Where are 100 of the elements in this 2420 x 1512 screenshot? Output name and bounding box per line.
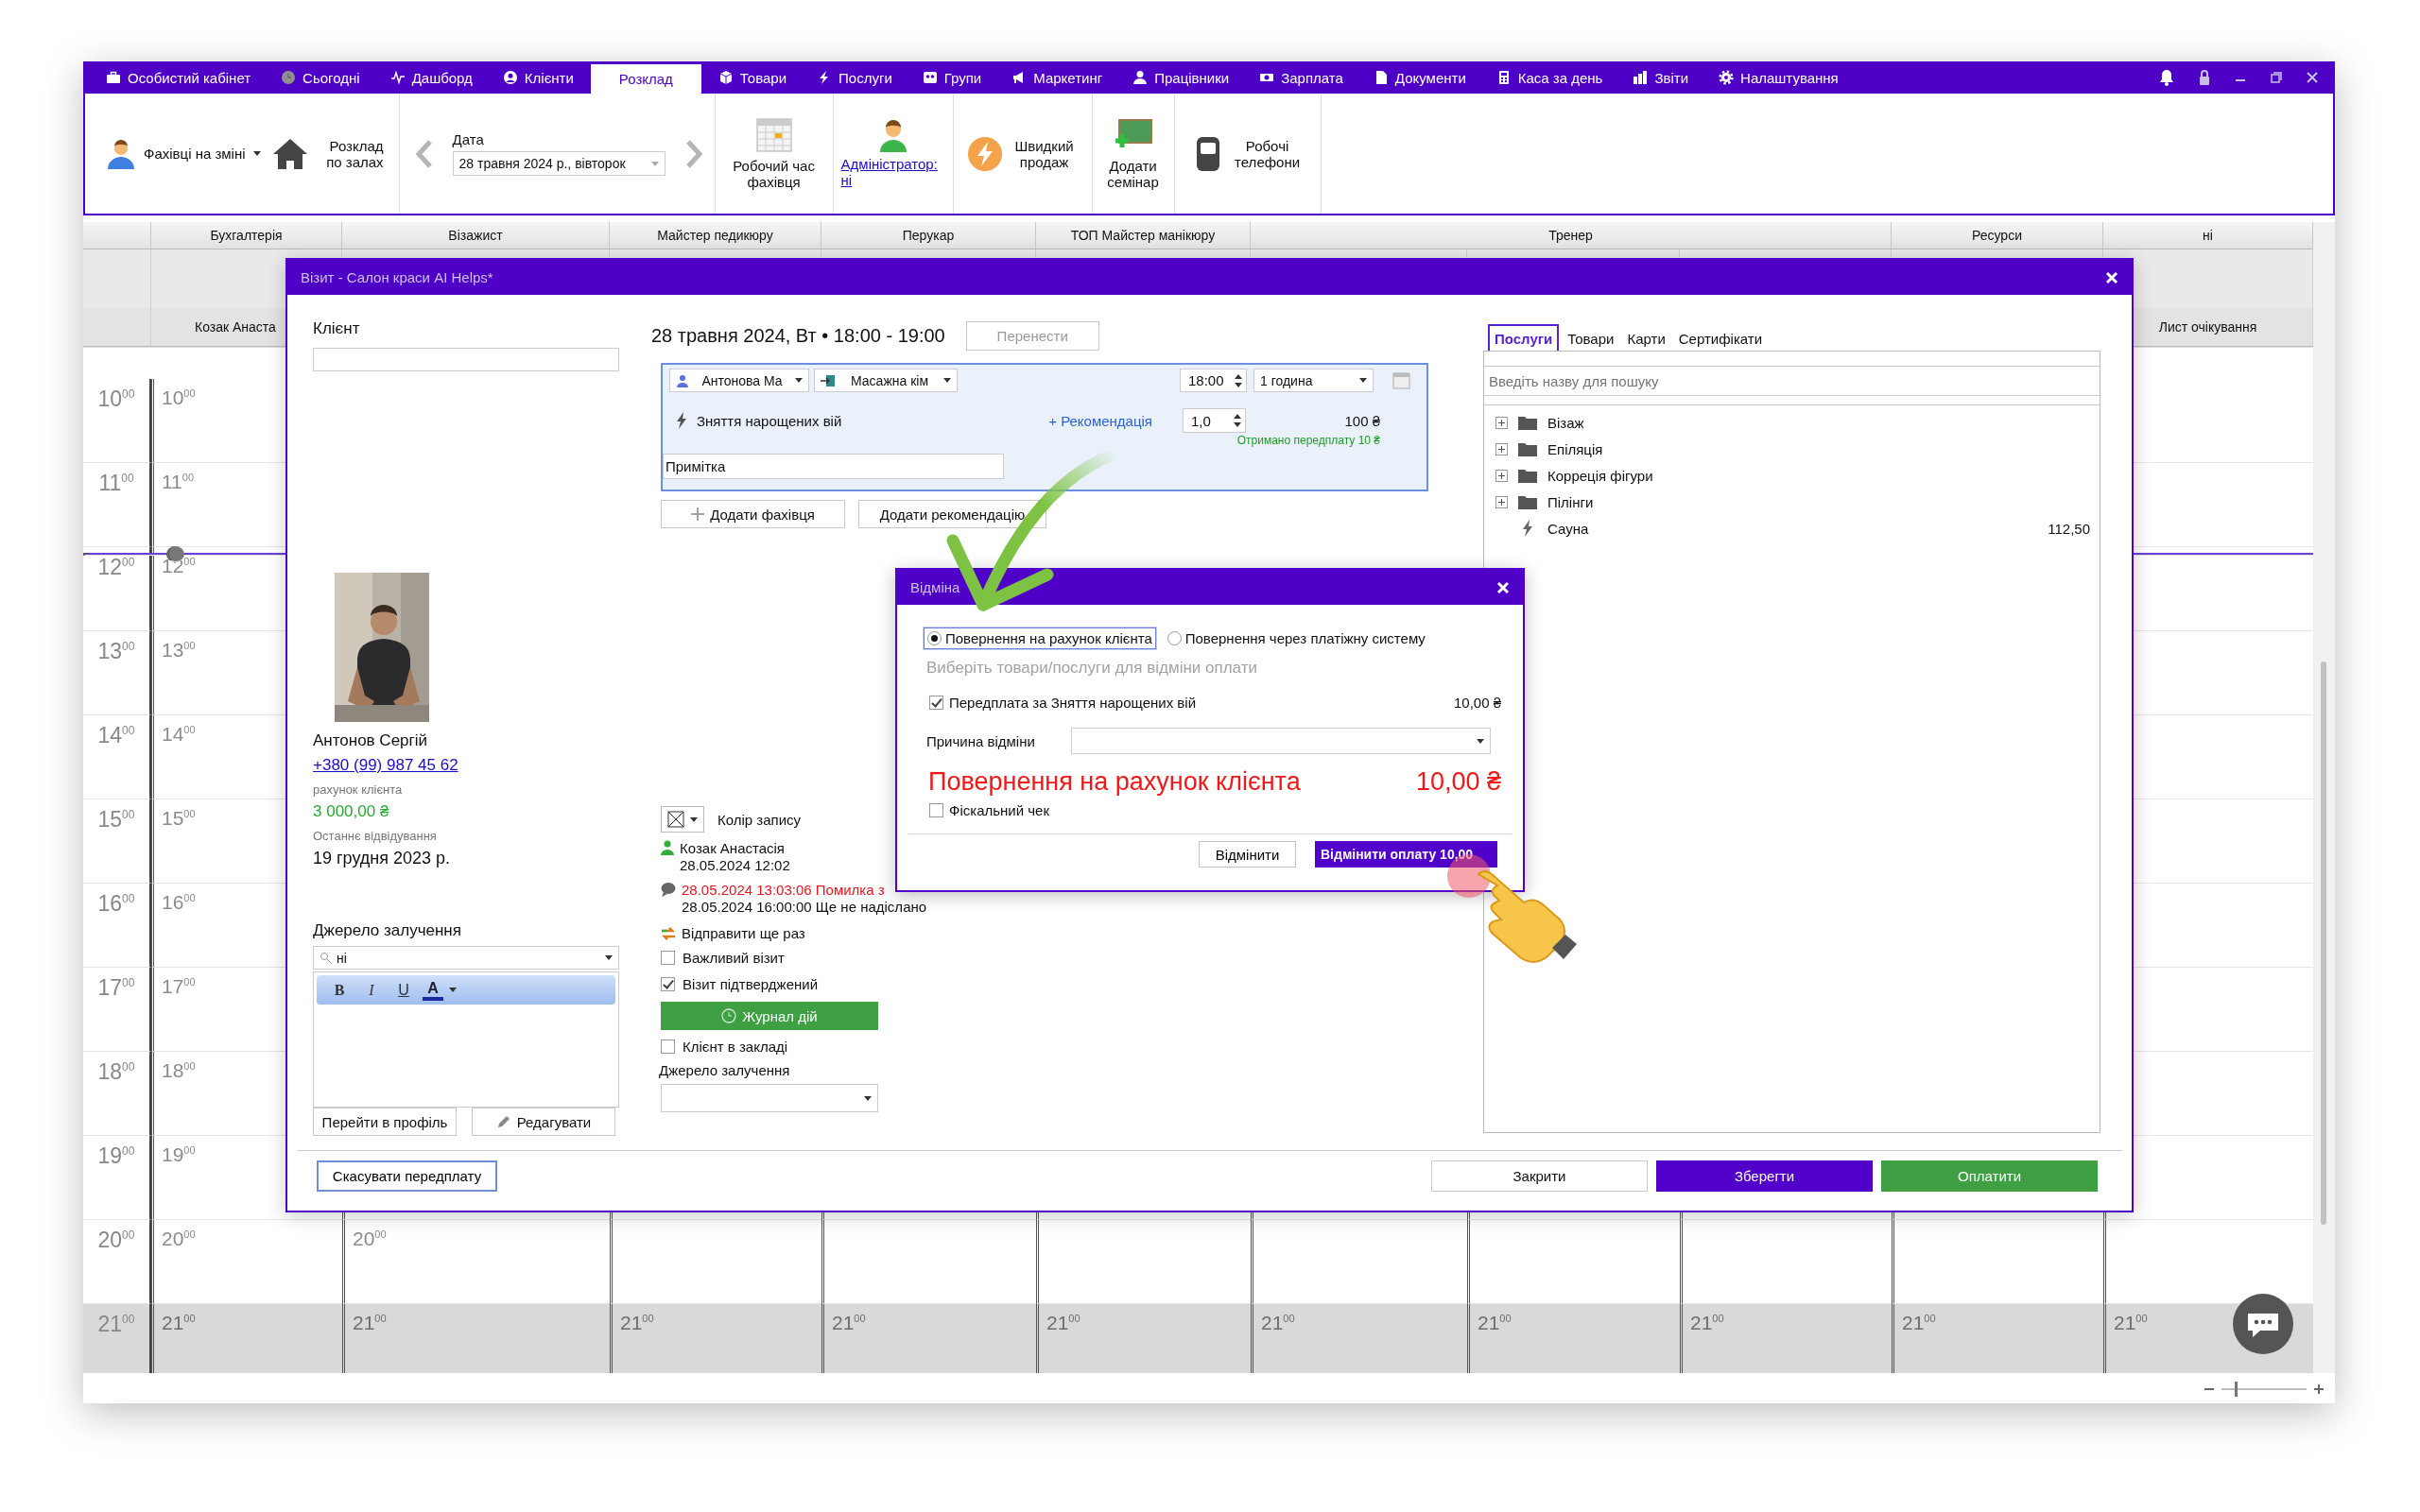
expand-icon[interactable]: [1495, 416, 1508, 429]
lock-icon[interactable]: [2199, 70, 2210, 85]
slot-time-label: 21$^{00}$: [2114, 1312, 2148, 1333]
format-button[interactable]: I: [358, 980, 385, 1000]
menu-tab[interactable]: Зарплата: [1246, 61, 1357, 94]
specialist-dropdown[interactable]: Антонова Ма: [669, 369, 809, 392]
search-field[interactable]: Введіть назву для пошуку: [1484, 366, 2100, 396]
menu-tab[interactable]: Каса за день: [1482, 61, 1616, 94]
halls-schedule-button[interactable]: Розклад по залах: [266, 137, 389, 170]
menu-tab[interactable]: Працівники: [1119, 61, 1243, 94]
calendar-cell[interactable]: 21$^{00}$: [610, 1304, 821, 1373]
menu-tab[interactable]: Клієнти: [489, 61, 587, 94]
close-button[interactable]: Закрити: [1431, 1160, 1648, 1192]
cancel-button[interactable]: Відмінити: [1199, 841, 1296, 868]
menu-tab[interactable]: Послуги: [804, 61, 906, 94]
staff-name[interactable]: Лист очікування: [2158, 319, 2257, 335]
catalog-tab[interactable]: Товари: [1563, 326, 1619, 351]
save-button[interactable]: Зберегти: [1656, 1160, 1873, 1192]
room-dropdown[interactable]: Масажна кім: [814, 369, 958, 392]
menu-tab[interactable]: Маркетинг: [998, 61, 1116, 94]
close-icon[interactable]: [2307, 72, 2318, 83]
staff-name[interactable]: Козак Анаста: [195, 319, 276, 335]
caret-icon: [690, 816, 698, 822]
scrollbar[interactable]: [2313, 222, 2335, 1373]
calendar-cell[interactable]: 21$^{00}$: [1892, 1304, 2103, 1373]
chat-button-overlay[interactable]: [2232, 1293, 2294, 1355]
tree-item[interactable]: Пілінги: [1495, 489, 2092, 515]
column-header: Тренер: [1251, 222, 1892, 249]
radio-option[interactable]: Повернення через платіжну систему: [1163, 627, 1429, 649]
source-dropdown[interactable]: ні: [313, 946, 619, 970]
expand-icon[interactable]: [1495, 469, 1508, 482]
checkbox[interactable]: [929, 803, 943, 817]
profile-button[interactable]: Перейти в профіль: [313, 1108, 457, 1136]
checkbox[interactable]: [929, 696, 943, 710]
catalog-tab[interactable]: Сертифікати: [1673, 326, 1768, 351]
work-time-button[interactable]: Робочий час фахівця: [718, 117, 829, 190]
checkbox[interactable]: [661, 950, 675, 965]
menu-tab[interactable]: Розклад: [590, 64, 701, 94]
catalog-tab[interactable]: Карти: [1622, 326, 1670, 351]
tree-item[interactable]: Корреція фігури: [1495, 462, 2092, 489]
quick-sale-button[interactable]: Швидкий продаж: [960, 135, 1084, 172]
menu-tab[interactable]: Товари: [704, 61, 801, 94]
client-label: Клієнт: [313, 319, 360, 338]
menu-tab[interactable]: Особистий кабінет: [93, 61, 265, 94]
bell-icon[interactable]: [2159, 69, 2174, 86]
swap-arrows-icon: [661, 925, 676, 941]
staff-on-shift-button[interactable]: Фахівці на зміні: [100, 138, 267, 169]
recommendation-link[interactable]: + Рекомендація: [1048, 412, 1152, 429]
edit-button[interactable]: Редагувати: [472, 1108, 615, 1136]
checkbox[interactable]: [661, 976, 675, 991]
calendar-cell[interactable]: 21$^{00}$: [1036, 1304, 1251, 1373]
expand-icon[interactable]: [1495, 442, 1508, 455]
checkbox-label: Візит підтверджений: [683, 975, 819, 992]
caret-icon: [1477, 738, 1484, 744]
quantity-spinner[interactable]: 1,0: [1183, 408, 1246, 433]
lightning-icon: [966, 135, 1003, 172]
search-icon: [320, 951, 333, 965]
radio-option[interactable]: Повернення на рахунок клієнта: [924, 627, 1156, 649]
catalog-tab[interactable]: Послуги: [1488, 324, 1560, 351]
menu-tab[interactable]: Сьогодні: [268, 61, 373, 94]
tree-item[interactable]: Сауна 112,50: [1495, 515, 2092, 541]
caret-icon: [605, 955, 613, 960]
menu-tab[interactable]: Документи: [1359, 61, 1479, 94]
calendar-cell[interactable]: 21$^{00}$: [1251, 1304, 1467, 1373]
calendar-cell[interactable]: 21$^{00}$: [342, 1304, 610, 1373]
text-editor[interactable]: B I U A: [313, 971, 619, 1108]
color-picker[interactable]: [661, 806, 704, 833]
expand-icon[interactable]: [1495, 495, 1508, 508]
calendar-cell[interactable]: 21$^{00}$: [821, 1304, 1036, 1373]
zoom-in-icon[interactable]: [2314, 1384, 2324, 1394]
enter-icon: [821, 373, 836, 387]
tree-item[interactable]: Візаж: [1495, 409, 2092, 436]
add-seminar-button[interactable]: Додати семінар: [1096, 117, 1170, 190]
hour-label: 15$^{00}$: [97, 807, 135, 833]
tree-item[interactable]: Епіляція: [1495, 436, 2092, 462]
time-spinner[interactable]: 18:00: [1180, 369, 1247, 392]
client-field[interactable]: [313, 348, 619, 371]
service-price: 100 ₴: [1343, 412, 1380, 429]
restore-icon[interactable]: [2271, 72, 2282, 83]
add-recommendation-button[interactable]: Додати рекомендацію: [858, 500, 1046, 528]
menu-tab[interactable]: Звіти: [1619, 61, 1703, 94]
calendar-cell[interactable]: 21$^{00}$: [1467, 1304, 1680, 1373]
menu-tab[interactable]: Дашборд: [376, 61, 486, 94]
note-field[interactable]: Примітка: [663, 454, 1004, 479]
calendar-cell[interactable]: 21$^{00}$: [151, 1304, 342, 1373]
menu-tab[interactable]: Налаштування: [1705, 61, 1852, 94]
calendar-cell[interactable]: 21$^{00}$: [1680, 1304, 1892, 1373]
work-phones-button[interactable]: Робочі телефони: [1187, 134, 1311, 173]
administrator-link[interactable]: Адміністратор: ні: [840, 155, 945, 188]
checkbox[interactable]: [661, 1039, 675, 1054]
confirm-refund-button[interactable]: Відмінити оплату 10,00: [1315, 841, 1497, 868]
slider-thumb[interactable]: [2234, 1382, 2238, 1397]
duration-dropdown[interactable]: 1 година: [1253, 369, 1374, 392]
format-button[interactable]: U: [390, 980, 417, 1000]
add-specialist-button[interactable]: Додати фахівця: [661, 500, 845, 528]
format-button[interactable]: A: [423, 979, 443, 1001]
date-field[interactable]: 28 травня 2024 р., вівторок: [452, 151, 666, 176]
menu-tab[interactable]: Групи: [908, 61, 995, 94]
resend-link[interactable]: Відправити ще раз: [682, 925, 805, 941]
cancel-prepayment-button[interactable]: Скасувати передплату: [317, 1160, 497, 1192]
